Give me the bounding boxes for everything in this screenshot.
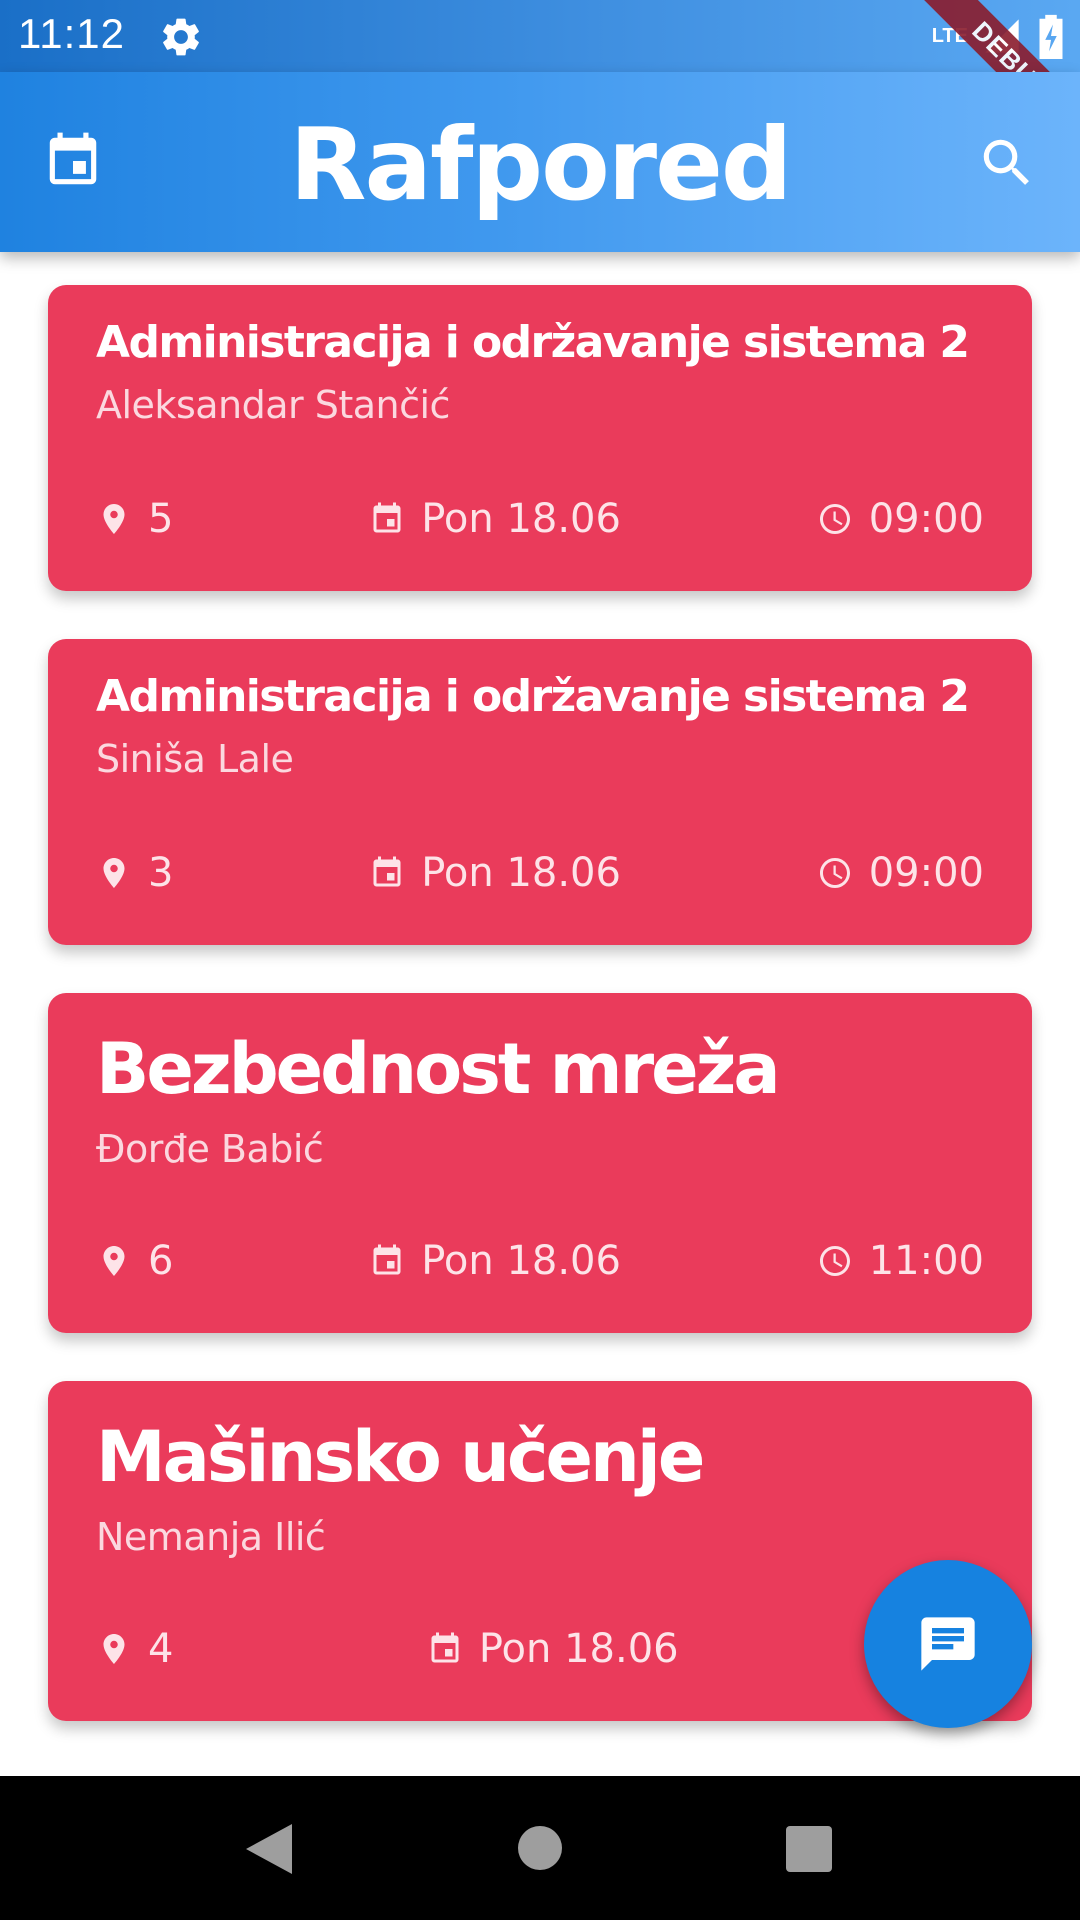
date-info: Pon 18.06: [369, 496, 621, 542]
location-pin-icon: [103, 1634, 125, 1664]
date-info: Pon 18.06: [427, 1626, 679, 1672]
network-type: LTE: [931, 24, 968, 47]
room-number: 6: [148, 1238, 174, 1284]
status-indicators: LTE: [932, 10, 1066, 62]
calendar-icon: [373, 1244, 401, 1275]
date-info: Pon 18.06: [369, 850, 621, 896]
class-card[interactable]: Administracija i održavanje sistema 2 Si…: [48, 639, 1032, 945]
home-icon[interactable]: [518, 1826, 562, 1870]
system-nav-bar: [0, 1776, 1080, 1920]
professor-name: Đorđe Babić: [96, 1127, 324, 1171]
class-meta: 3 Pon 18.06 09:00: [96, 845, 984, 901]
class-date: Pon 18.06: [421, 1238, 621, 1284]
class-meta: 5 Pon 18.06 09:00: [96, 491, 984, 547]
clock-icon: [819, 858, 850, 888]
settings-gear-icon: [163, 18, 199, 56]
calendar-icon: [373, 502, 401, 533]
class-time: 09:00: [868, 850, 984, 896]
search-icon[interactable]: [976, 132, 1038, 194]
time-info: 11:00: [817, 1238, 984, 1284]
location-pin-icon: [103, 858, 125, 888]
clock-icon: [819, 504, 850, 534]
course-title: Mašinsko učenje: [96, 1416, 705, 1498]
app-title: Rafpored: [289, 106, 793, 223]
professor-name: Nemanja Ilić: [96, 1515, 326, 1559]
calendar-icon: [431, 1632, 459, 1663]
class-card[interactable]: Administracija i održavanje sistema 2 Al…: [48, 285, 1032, 591]
status-bar: 11:12 LTE: [0, 0, 1080, 72]
chat-fab-button[interactable]: [864, 1560, 1032, 1728]
clock-icon: [819, 1246, 850, 1276]
room-number: 3: [148, 850, 174, 896]
room-info: 4: [96, 1626, 173, 1672]
location-pin-icon: [103, 1246, 125, 1276]
room-info: 3: [96, 850, 173, 896]
class-date: Pon 18.06: [478, 1626, 679, 1672]
room-number: 4: [148, 1626, 174, 1672]
location-pin-icon: [103, 504, 125, 534]
status-time: 11:12: [18, 10, 125, 57]
class-list: Administracija i održavanje sistema 2 Al…: [48, 285, 1032, 1769]
calendar-icon: [373, 856, 401, 887]
course-title: Bezbednost mreža: [96, 1028, 781, 1110]
class-card[interactable]: Bezbednost mreža Đorđe Babić 6 Pon 18.06…: [48, 993, 1032, 1333]
class-meta: 4 Pon 18.06: [96, 1621, 984, 1677]
message-icon: [921, 1617, 975, 1671]
back-icon[interactable]: [246, 1824, 294, 1874]
course-title: Administracija i održavanje sistema 2: [96, 317, 970, 368]
class-time: 11:00: [868, 1238, 984, 1284]
room-info: 6: [96, 1238, 173, 1284]
room-number: 5: [148, 496, 174, 542]
signal-icon: [985, 19, 1019, 53]
time-info: 09:00: [817, 850, 984, 896]
battery-charging-icon: [1039, 14, 1063, 59]
class-time: 09:00: [868, 496, 984, 542]
room-info: 5: [96, 496, 173, 542]
class-date: Pon 18.06: [421, 850, 621, 896]
course-title: Administracija i održavanje sistema 2: [96, 671, 970, 722]
recent-apps-icon[interactable]: [786, 1826, 832, 1872]
professor-name: Aleksandar Stančić: [96, 383, 450, 427]
time-info: 09:00: [817, 496, 984, 542]
app-bar: Rafpored: [0, 72, 1080, 252]
professor-name: Siniša Lale: [96, 737, 294, 781]
class-meta: 6 Pon 18.06 11:00: [96, 1233, 984, 1289]
class-date: Pon 18.06: [421, 496, 621, 542]
date-info: Pon 18.06: [369, 1238, 621, 1284]
